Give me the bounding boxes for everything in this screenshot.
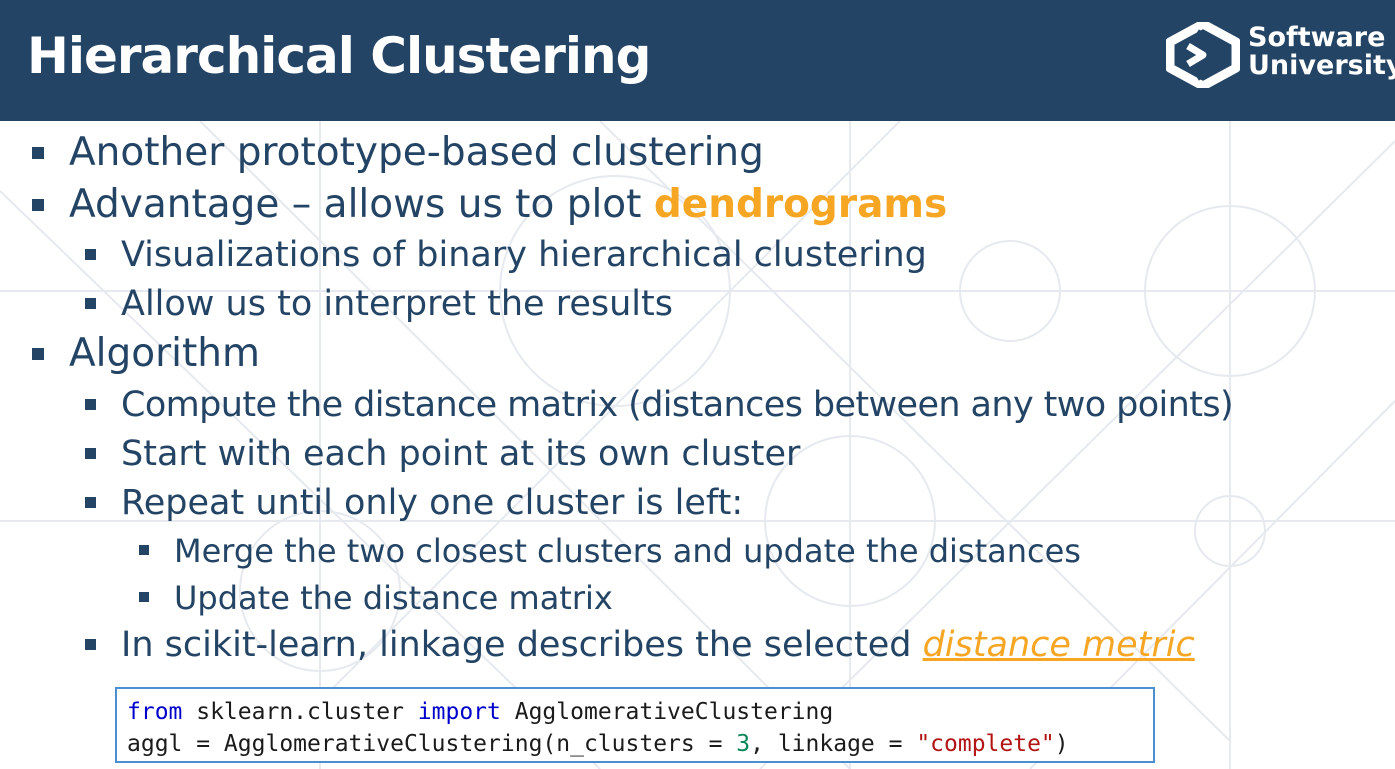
highlight-term: dendrograms xyxy=(653,182,948,227)
bullet-text: In scikit-learn, linkage describes the s… xyxy=(121,625,923,665)
bullet-item: Allow us to interpret the results xyxy=(85,283,673,325)
bullet-icon xyxy=(32,199,44,211)
bullet-text: Repeat until only one cluster is left: xyxy=(121,483,744,523)
logo-line-2: University xyxy=(1248,50,1395,81)
code-module: sklearn.cluster xyxy=(182,699,418,725)
slide-title: Hierarchical Clustering xyxy=(27,27,651,85)
code-block: from sklearn.cluster import Agglomerativ… xyxy=(115,687,1155,763)
code-keyword-from: from xyxy=(127,699,183,725)
code-string: "complete" xyxy=(916,731,1055,757)
bullet-text: Algorithm xyxy=(69,331,261,376)
software-university-logo: Software University xyxy=(1166,18,1395,93)
bullet-text: Allow us to interpret the results xyxy=(121,284,673,324)
code-keyword-import: import xyxy=(417,699,501,725)
bullet-item: In scikit-learn, linkage describes the s… xyxy=(85,624,1195,666)
bullet-icon xyxy=(85,399,96,410)
bullet-item: Another prototype-based clustering xyxy=(32,130,764,176)
bullet-text: Another prototype-based clustering xyxy=(69,130,764,175)
bullet-icon xyxy=(139,592,149,602)
slide-header: Hierarchical Clustering Software Univers… xyxy=(0,0,1395,121)
bullet-icon xyxy=(85,298,96,309)
bullet-text: Advantage – allows us to plot xyxy=(69,182,654,227)
bullet-text: Merge the two closest clusters and updat… xyxy=(174,532,1081,570)
bullet-text: Start with each point at its own cluster xyxy=(121,434,801,474)
bullet-item: Visualizations of binary hierarchical cl… xyxy=(85,234,927,276)
bullet-item: Repeat until only one cluster is left: xyxy=(85,482,744,524)
code-line2-middle: , linkage = xyxy=(750,731,917,757)
bullet-icon xyxy=(85,448,96,459)
code-number: 3 xyxy=(736,731,751,757)
bullet-item: Update the distance matrix xyxy=(139,578,613,618)
bullet-icon xyxy=(32,147,44,159)
code-line2-end: ) xyxy=(1054,731,1069,757)
bullet-icon xyxy=(139,545,149,555)
bullet-item: Compute the distance matrix (distances b… xyxy=(85,384,1234,426)
bullet-icon xyxy=(32,348,44,360)
logo-line-1: Software xyxy=(1248,22,1386,53)
distance-metric-link[interactable]: distance metric xyxy=(923,625,1195,665)
bullet-text: Update the distance matrix xyxy=(174,579,613,617)
bullet-icon xyxy=(85,249,96,260)
bullet-item: Algorithm xyxy=(32,331,261,377)
code-line2-start: aggl = AgglomerativeClustering(n_cluster… xyxy=(127,731,737,757)
code-class: AgglomerativeClustering xyxy=(500,699,834,725)
bullet-item: Merge the two closest clusters and updat… xyxy=(139,531,1081,571)
logo-text: Software University xyxy=(1248,24,1395,80)
bullet-icon xyxy=(85,497,96,508)
bullet-text: Compute the distance matrix (distances b… xyxy=(121,385,1234,425)
bullet-icon xyxy=(85,639,96,650)
bullet-item: Start with each point at its own cluster xyxy=(85,433,801,475)
bullet-item: Advantage – allows us to plot dendrogram… xyxy=(32,182,948,228)
softuni-logo-icon xyxy=(1166,22,1240,88)
bullet-text: Visualizations of binary hierarchical cl… xyxy=(121,235,927,275)
